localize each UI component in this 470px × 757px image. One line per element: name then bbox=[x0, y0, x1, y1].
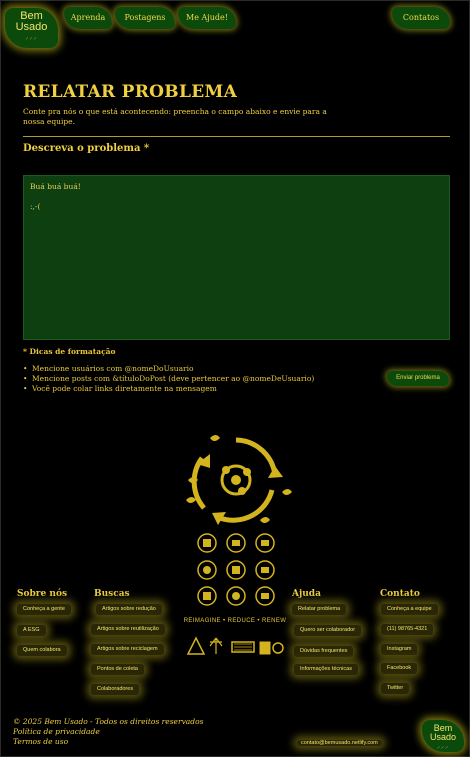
tip-item: Você pode colar links diretamente na men… bbox=[23, 384, 314, 394]
nav-aprenda[interactable]: Aprenda bbox=[64, 7, 112, 29]
contact-email-link[interactable]: contato@bemusado.netlify.com bbox=[297, 740, 382, 746]
privacy-link[interactable]: Política de privacidade bbox=[13, 727, 203, 737]
footer-link[interactable]: Artigos sobre redução bbox=[96, 604, 162, 615]
nav-me-ajude[interactable]: Me Ajude! bbox=[178, 7, 236, 29]
footer-heading-buscas: Buscas bbox=[94, 589, 130, 599]
nav-postagens[interactable]: Postagens bbox=[115, 7, 175, 29]
footer-link[interactable]: Conheça a gente bbox=[17, 604, 71, 615]
submit-problem-button[interactable]: Enviar problema bbox=[387, 371, 449, 386]
logo-button[interactable]: Bem Usado ⸝⸝⸝ bbox=[5, 8, 58, 48]
footer-link[interactable]: Conheça a equipe bbox=[381, 604, 438, 615]
problem-field-label: Descreva o problema * bbox=[23, 143, 150, 154]
eco-icons-grid bbox=[197, 533, 275, 606]
problem-textarea[interactable]: Buá buá buá! :,-( bbox=[23, 175, 450, 340]
footer-link[interactable]: (11) 98765-4321 bbox=[381, 624, 434, 635]
logo-leaves-icon: ⸝⸝⸝ bbox=[25, 35, 38, 41]
formatting-tips-title: * Dicas de formatação bbox=[23, 347, 116, 356]
footer-link[interactable]: Quero ser colaborador bbox=[294, 625, 362, 636]
recycle-emblem-icon bbox=[186, 435, 292, 525]
footer-link[interactable]: Twitter bbox=[381, 683, 410, 694]
footer-heading-sobre: Sobre nós bbox=[17, 589, 68, 599]
footer-link[interactable]: Quem colabora bbox=[17, 645, 67, 656]
tip-item: Mencione usuários com @nomeDoUsuario bbox=[23, 364, 314, 374]
logo-text-line2: Usado bbox=[15, 21, 48, 33]
formatting-tips-list: Mencione usuários com @nomeDoUsuario Men… bbox=[23, 364, 314, 394]
footer-link[interactable]: Artigos sobre reutilização bbox=[91, 624, 165, 635]
page-intro: Conte pra nós o que está acontecendo: pr… bbox=[23, 107, 327, 126]
footer-link[interactable]: Relatar problema bbox=[292, 604, 347, 615]
emblem-tagline: REIMAGINE • REDUCE • RENEW bbox=[183, 618, 287, 624]
nav-contatos[interactable]: Contatos bbox=[392, 7, 450, 29]
footer-logo[interactable]: Bem Usado ⸝⸝⸝ bbox=[422, 720, 464, 752]
divider bbox=[23, 136, 450, 137]
footer-link[interactable]: Pontos de coleta bbox=[91, 664, 144, 675]
terms-link[interactable]: Termos de uso bbox=[13, 737, 203, 747]
footer-heading-ajuda: Ajuda bbox=[292, 589, 321, 599]
footer-link[interactable]: Colaboradores bbox=[91, 684, 140, 695]
footer-legal: © 2025 Bem Usado - Todos os direitos res… bbox=[13, 717, 203, 747]
footer-logo-leaves-icon: ⸝⸝⸝ bbox=[436, 744, 449, 750]
footer-link[interactable]: Dúvidas frequentes bbox=[294, 646, 354, 657]
footer-logo-line2: Usado bbox=[429, 732, 456, 742]
footer-link[interactable]: A ESG bbox=[17, 625, 46, 636]
footer-link[interactable]: Instagram bbox=[381, 644, 418, 655]
tip-item: Mencione posts com &títuloDoPost (deve p… bbox=[23, 374, 314, 384]
sustainability-icons-row bbox=[186, 636, 284, 655]
page-title: RELATAR PROBLEMA bbox=[23, 82, 238, 102]
copyright-text: © 2025 Bem Usado - Todos os direitos res… bbox=[13, 717, 204, 726]
footer-link[interactable]: Artigos sobre reciclagem bbox=[91, 644, 164, 655]
footer-heading-contato: Contato bbox=[380, 589, 420, 599]
footer-link[interactable]: Informações técnicas bbox=[294, 664, 358, 675]
footer-link[interactable]: Facebook bbox=[381, 663, 418, 674]
